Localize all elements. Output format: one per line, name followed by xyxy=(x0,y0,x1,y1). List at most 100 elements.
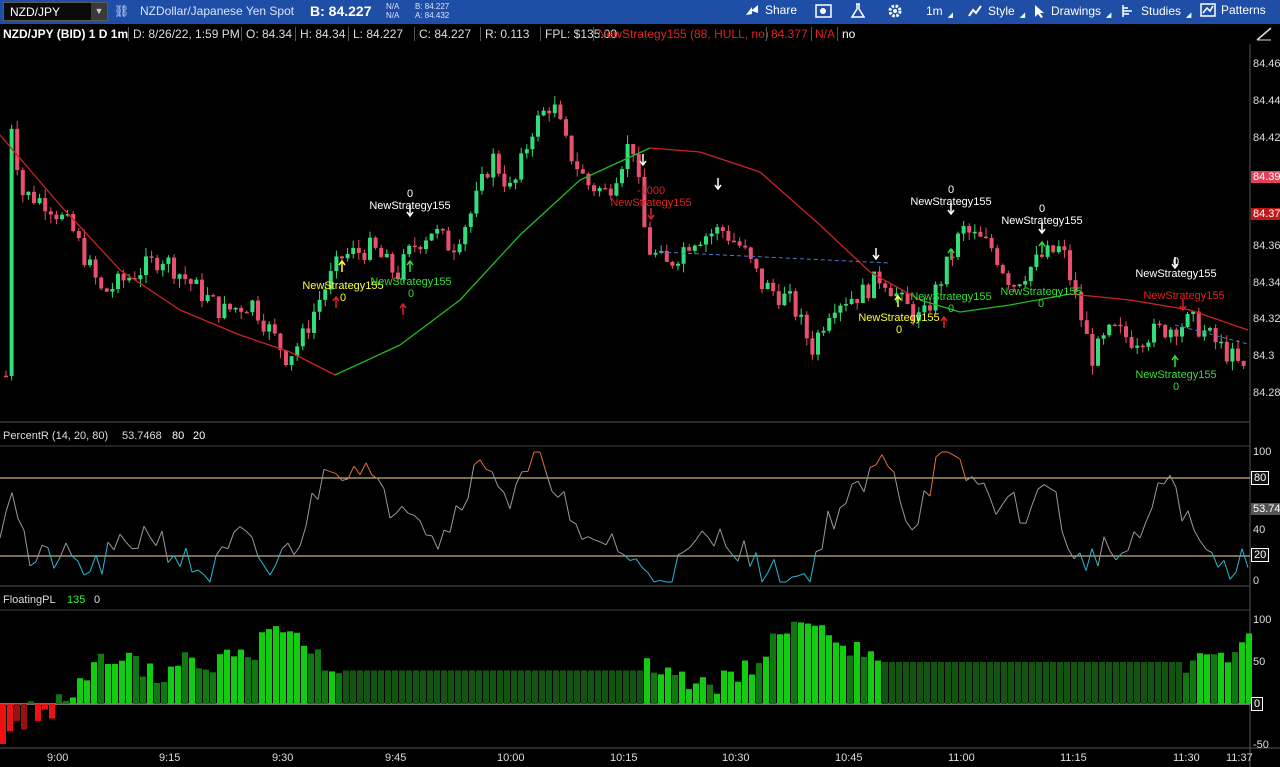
floatingpl-bar xyxy=(707,684,713,704)
floatingpl-bar xyxy=(357,670,363,704)
candle xyxy=(446,230,451,251)
percentr-line-segment xyxy=(29,561,37,567)
percentr-line-segment xyxy=(743,540,751,567)
floatingpl-bar xyxy=(1057,662,1063,704)
floatingpl-bar xyxy=(203,669,209,704)
candle xyxy=(776,291,781,306)
floatingpl-bar xyxy=(574,670,580,704)
candle xyxy=(967,226,972,233)
floatingpl-bar xyxy=(910,662,916,704)
candle xyxy=(704,236,708,245)
floatingpl-bar xyxy=(763,656,769,704)
candle xyxy=(530,136,535,150)
candle xyxy=(390,253,395,273)
candle xyxy=(121,273,126,281)
percentr-line-segment xyxy=(491,471,499,487)
percentr-line-segment xyxy=(1145,507,1153,523)
floatingpl-bar xyxy=(679,671,685,704)
floatingpl-bar xyxy=(840,645,846,704)
candle xyxy=(1068,250,1072,281)
floatingpl-bar xyxy=(238,649,244,704)
floatingpl-bar xyxy=(245,657,251,704)
candle xyxy=(692,245,697,251)
floatingpl-bar xyxy=(861,656,867,704)
floatingpl-bar xyxy=(539,670,545,704)
percentr-line-segment xyxy=(107,541,115,551)
percentr-line-segment xyxy=(209,555,217,583)
floatingpl-bar xyxy=(686,689,692,704)
floatingpl-bar xyxy=(483,670,489,704)
candle xyxy=(88,259,92,266)
candle xyxy=(37,198,42,204)
floatingpl-bar xyxy=(525,670,531,704)
candle xyxy=(866,284,871,299)
floatingpl-bar xyxy=(742,660,748,704)
percentr-line-segment xyxy=(755,552,763,583)
percentr-line-segment xyxy=(707,536,715,547)
candle xyxy=(900,292,904,295)
floatingpl-bar xyxy=(819,625,825,704)
percentr-line-segment xyxy=(935,451,943,458)
floatingpl-bar xyxy=(1176,662,1182,704)
floatingpl-bar xyxy=(21,704,27,730)
candle xyxy=(138,275,143,280)
candle xyxy=(1051,245,1056,253)
floatingpl-bar xyxy=(1141,662,1147,704)
hull-line-segment xyxy=(699,151,761,173)
candle xyxy=(748,247,753,259)
floatingpl-bar xyxy=(1015,662,1021,704)
percentr-line-segment xyxy=(359,462,367,475)
floatingpl-bar xyxy=(1078,662,1084,704)
floatingpl-bar xyxy=(420,670,426,704)
percentr-line-segment xyxy=(1031,489,1039,506)
floatingpl-bar xyxy=(1008,662,1014,704)
floatingpl-bar xyxy=(1106,662,1112,704)
candle xyxy=(205,295,210,302)
percentr-line-segment xyxy=(197,569,205,576)
percentr-line-segment xyxy=(125,541,133,549)
floatingpl-bar xyxy=(728,671,734,704)
floatingpl-bar xyxy=(868,651,874,704)
floatingpl-bar xyxy=(413,670,419,704)
floatingpl-bar xyxy=(770,633,776,704)
floatingpl-bar xyxy=(749,674,755,704)
price-axis-label: 84.3 xyxy=(1253,350,1275,362)
chart-canvas[interactable] xyxy=(0,0,1280,767)
floatingpl-bar xyxy=(1036,662,1042,704)
percentr-line-segment xyxy=(983,482,991,498)
candle xyxy=(239,307,244,312)
percentr-line-segment xyxy=(1193,529,1201,542)
percentr-line-segment xyxy=(647,572,655,583)
candle xyxy=(765,282,770,290)
candle xyxy=(480,174,484,191)
hull-line-segment xyxy=(399,299,461,346)
candle xyxy=(502,173,507,187)
floatingpl-bar xyxy=(322,670,328,704)
floatingpl-bar xyxy=(924,662,930,704)
candle xyxy=(771,282,776,292)
candle xyxy=(681,247,686,264)
percentr-line-segment xyxy=(65,542,73,557)
candle xyxy=(362,253,367,260)
percentr-line-segment xyxy=(23,530,31,567)
floatingpl-bar xyxy=(721,670,727,704)
percentr-line-segment xyxy=(485,468,493,473)
percentr-axis-label: 0 xyxy=(1253,575,1260,587)
candle xyxy=(804,314,809,339)
floatingpl-bar xyxy=(77,678,83,704)
percentr-line-segment xyxy=(119,533,127,543)
price-badge: 84.39 xyxy=(1251,171,1280,183)
floatingpl-bar xyxy=(812,625,818,704)
floatingpl-bar xyxy=(903,662,909,704)
candle xyxy=(463,227,468,245)
candle xyxy=(485,174,490,178)
hull-line-segment xyxy=(334,344,401,376)
position-line xyxy=(1174,324,1249,345)
floatingpl-bar xyxy=(399,670,405,704)
percentr-line-segment xyxy=(1007,491,1015,497)
signal-label: NewStrategy155 0 xyxy=(1135,369,1217,393)
percentr-line-segment xyxy=(215,546,223,557)
percentr-line-segment xyxy=(425,534,433,537)
percentr-line-segment xyxy=(773,559,781,583)
floatingpl-bar xyxy=(308,653,314,704)
